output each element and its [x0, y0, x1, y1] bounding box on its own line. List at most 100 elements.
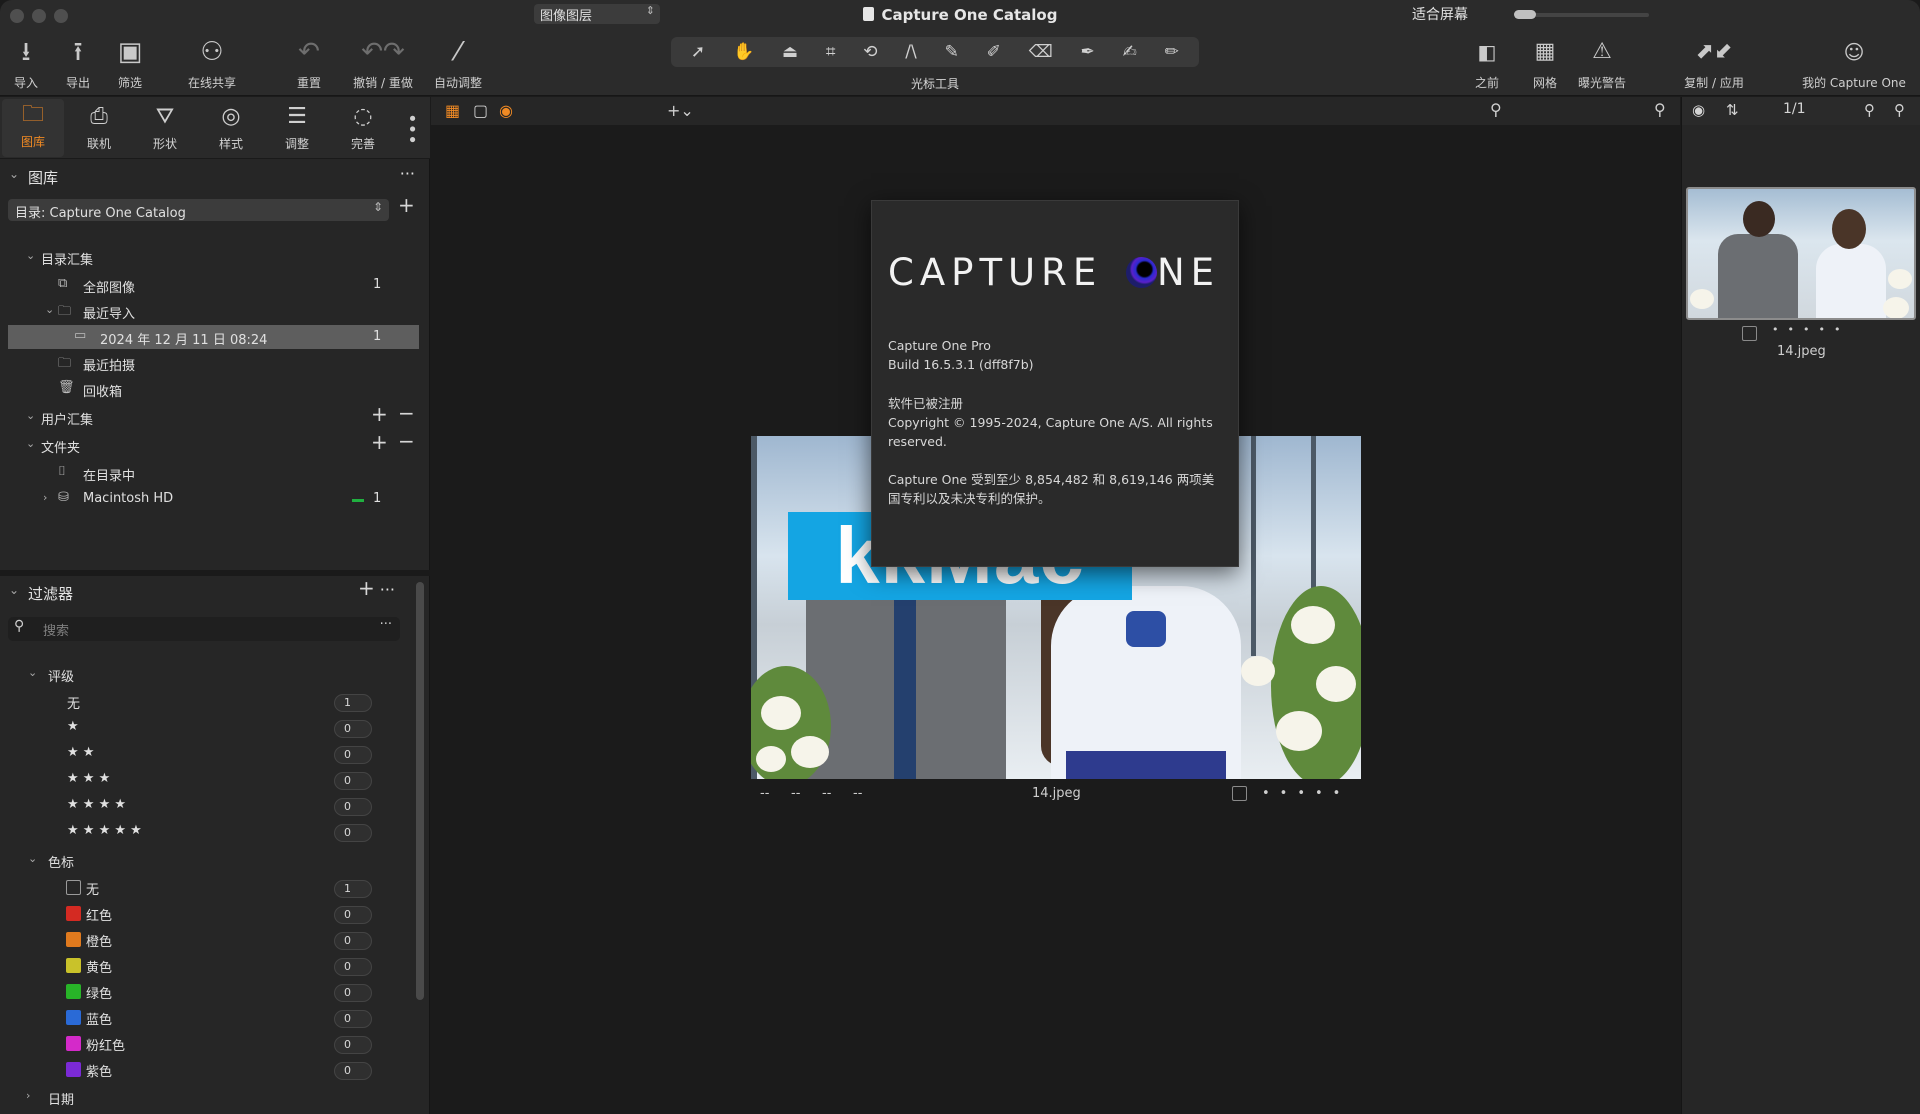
- search-options-icon[interactable]: ···: [380, 617, 392, 632]
- exposure-warning-button[interactable]: ⚠ 曝光警告: [1572, 36, 1632, 91]
- add-layer-icon[interactable]: +⌄: [667, 101, 694, 120]
- copy-apply-button[interactable]: ⬈⬋ 复制 / 应用: [1676, 36, 1752, 91]
- filter-button[interactable]: ▣ 筛选: [112, 36, 148, 91]
- zoom-out-icon[interactable]: ⚲: [1490, 100, 1502, 119]
- filters-section-header[interactable]: ⌄ 过滤器 + ···: [0, 576, 430, 606]
- more-icon[interactable]: ···: [400, 164, 415, 183]
- macintosh-hd-row[interactable]: › ⛁ Macintosh HD 1: [8, 487, 419, 511]
- layer-select[interactable]: 图像图层 ⇕: [534, 4, 660, 24]
- pan-hand-icon[interactable]: ✋: [733, 42, 754, 62]
- filter-search-input[interactable]: ⚲ 搜索 ···: [8, 617, 400, 641]
- recent-imports-row[interactable]: ⌄ 🗀 最近导入: [8, 299, 419, 323]
- color-tag-filter-row[interactable]: 红色 0: [0, 900, 430, 926]
- about-dialog[interactable]: CAPTURE NE Capture One Pro Build 16.5.3.…: [871, 200, 1239, 567]
- catalog-collections-row[interactable]: ⌄ 目录汇集: [8, 245, 419, 269]
- rotate-icon[interactable]: ⟲: [863, 42, 877, 62]
- more-icon[interactable]: ···: [380, 580, 395, 599]
- rating-filter-row[interactable]: ★ ★ ★ ★ ★ 0: [0, 818, 430, 844]
- photo-skirt: [1066, 751, 1226, 779]
- star-rating-dots[interactable]: •••••: [1262, 786, 1350, 801]
- date-group-header[interactable]: › 日期: [0, 1085, 430, 1109]
- zoom-icon[interactable]: ⚲: [1894, 101, 1905, 119]
- color-tag-group-header[interactable]: ⌄ 色标: [0, 848, 430, 872]
- remove-user-collection-button[interactable]: −: [398, 401, 415, 425]
- auto-adjust-button[interactable]: ⁄ 自动调整: [430, 36, 486, 91]
- thumbnail[interactable]: [1686, 187, 1916, 320]
- pen-icon[interactable]: ✏: [1165, 42, 1179, 62]
- zoom-in-icon[interactable]: ⚲: [1654, 100, 1666, 119]
- viewer-eye-icon[interactable]: ◉: [499, 101, 513, 120]
- viewer-filename: 14.jpeg: [1032, 786, 1081, 801]
- add-catalog-button[interactable]: +: [398, 193, 415, 217]
- count-pill: 0: [334, 906, 372, 924]
- add-user-collection-button[interactable]: +: [371, 402, 388, 426]
- single-view-icon[interactable]: ▢: [473, 101, 488, 120]
- thumb-rating-dots[interactable]: •••••: [1772, 323, 1849, 336]
- recent-captures-row[interactable]: 🗀 最近拍摄: [8, 351, 419, 375]
- tab-library[interactable]: 🗀 图库: [2, 99, 64, 157]
- tab-refine[interactable]: ◌ 完善: [332, 101, 394, 152]
- picker-icon[interactable]: ✒: [1081, 42, 1095, 62]
- select-cursor-icon[interactable]: ➚: [691, 42, 705, 62]
- import-icon: ⭳: [21, 37, 31, 67]
- import-item-row[interactable]: ▭ 2024 年 12 月 11 日 08:24 1: [8, 325, 419, 349]
- color-swatch: [66, 984, 81, 999]
- catalog-select[interactable]: 目录: Capture One Catalog ⇕: [8, 199, 389, 221]
- online-indicator: [352, 499, 364, 502]
- tab-adjust[interactable]: ☰ 调整: [266, 101, 328, 152]
- eye-icon[interactable]: ◉: [1692, 101, 1705, 119]
- color-tag-filter-row[interactable]: 黄色 0: [0, 952, 430, 978]
- tab-shape[interactable]: ⛛ 形状: [134, 101, 196, 152]
- trash-row[interactable]: 🗑 回收箱: [8, 377, 419, 401]
- color-tag-filter-row[interactable]: 无1: [0, 874, 430, 900]
- rating-group-header[interactable]: ⌄ 评级: [0, 662, 430, 686]
- tab-tethered[interactable]: ⎙ 联机: [68, 101, 130, 152]
- updown-icon: ⇕: [645, 4, 655, 17]
- color-tag-filter-row[interactable]: 橙色 0: [0, 926, 430, 952]
- color-tag-filter-row[interactable]: 蓝色 0: [0, 1004, 430, 1030]
- annotate-icon[interactable]: ✍: [1123, 42, 1137, 62]
- add-folder-button[interactable]: +: [371, 430, 388, 454]
- undo-redo-button[interactable]: ↶↷ 撤销 / 重做: [348, 36, 418, 91]
- keystone-icon[interactable]: /\: [905, 42, 916, 62]
- filters-scrollbar[interactable]: [416, 582, 424, 1000]
- count-pill: 1: [334, 880, 372, 898]
- folders-row[interactable]: ⌄ 文件夹: [8, 433, 419, 457]
- more-tabs-icon[interactable]: •••: [401, 113, 422, 145]
- grid-view-icon[interactable]: ▦: [445, 101, 460, 120]
- export-button[interactable]: ⭱ 导出: [56, 36, 100, 91]
- remove-folder-button[interactable]: −: [398, 429, 415, 453]
- select-checkbox[interactable]: [1232, 786, 1247, 801]
- loupe-icon[interactable]: ⏏: [782, 42, 798, 62]
- rating-filter-row[interactable]: ★ 0: [0, 714, 430, 740]
- color-tag-filter-row[interactable]: 粉红色 0: [0, 1030, 430, 1056]
- rating-filter-row[interactable]: 无1: [0, 688, 430, 714]
- my-capture-one-button[interactable]: ☺ 我的 Capture One: [1798, 36, 1910, 91]
- share-online-button[interactable]: ⚇ 在线共享: [180, 36, 244, 91]
- grid-button[interactable]: ▦ 网格: [1528, 36, 1562, 91]
- zoom-slider-handle[interactable]: [1514, 10, 1536, 19]
- rating-filter-row[interactable]: ★ ★ ★ 0: [0, 766, 430, 792]
- import-button[interactable]: ⭳ 导入: [10, 36, 42, 91]
- in-catalog-row[interactable]: ⌷ 在目录中: [8, 461, 419, 485]
- color-tag-filter-row[interactable]: 绿色 0: [0, 978, 430, 1004]
- eraser-icon[interactable]: ⌫: [1029, 42, 1053, 62]
- add-filter-button[interactable]: +: [358, 576, 375, 600]
- search-icon[interactable]: ⚲: [1864, 101, 1875, 119]
- spot-removal-icon[interactable]: ✐: [987, 42, 1001, 62]
- user-collections-row[interactable]: ⌄ 用户汇集: [8, 405, 419, 429]
- reset-button[interactable]: ↶ 重置: [284, 36, 334, 91]
- thumb-select-checkbox[interactable]: [1742, 326, 1757, 341]
- library-section-header[interactable]: ⌄ 图库 ···: [0, 164, 430, 190]
- sort-icon[interactable]: ⇅: [1726, 101, 1739, 119]
- crop-icon[interactable]: ⌗: [826, 42, 836, 62]
- photo-flower: [791, 736, 829, 768]
- rating-filter-row[interactable]: ★ ★ 0: [0, 740, 430, 766]
- fit-screen-label[interactable]: 适合屏幕: [1412, 4, 1468, 24]
- tab-styles[interactable]: ◎ 样式: [200, 101, 262, 152]
- rating-filter-row[interactable]: ★ ★ ★ ★ 0: [0, 792, 430, 818]
- before-button[interactable]: ◧ 之前: [1460, 36, 1514, 91]
- color-tag-filter-row[interactable]: 紫色 0: [0, 1056, 430, 1082]
- brush-icon[interactable]: ✎: [945, 42, 959, 62]
- all-images-row[interactable]: ⧉ 全部图像 1: [8, 273, 419, 297]
